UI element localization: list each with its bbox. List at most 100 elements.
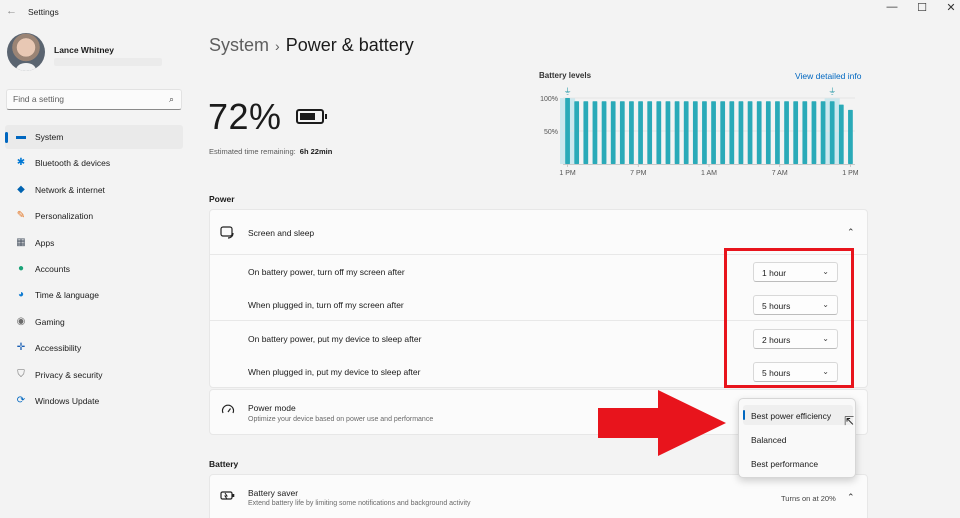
sidebar-item-personalization[interactable]: ✎ Personalization [5,204,183,228]
battery-saver-card[interactable] [209,474,868,518]
battery-level-bar[interactable] [848,109,853,164]
sidebar-nav: ▬ System ✱ Bluetooth & devices ◆ Network & in… [5,125,183,415]
search-box[interactable]: ⌕ [6,89,182,110]
search-input[interactable] [13,94,163,104]
battery-level-bar[interactable] [656,101,662,164]
search-icon[interactable]: ⌕ [169,94,174,105]
battery-level-bar[interactable] [747,101,753,164]
battery-level-bar[interactable] [838,104,844,164]
battery-level-bar[interactable] [720,101,726,164]
sidebar-item-label: Apps [35,237,55,248]
update-icon: ⟳ [16,394,26,406]
battery-level-bar[interactable] [692,101,698,164]
battery-level-bar[interactable] [565,98,570,164]
sidebar-item-accounts[interactable]: ● Accounts [5,257,183,281]
sidebar-item-accessibility[interactable]: ✛ Accessibility [5,336,183,360]
battery-levels-chart: ⏚ ⏚ 100% 50% 1 PM 7 PM 1 AM 7 AM 1 PM [540,87,859,177]
sidebar-item-label: Personalization [35,211,94,222]
breadcrumb-separator: › [275,38,280,54]
window-title: Settings [28,7,59,17]
sidebar-item-label: Privacy & security [35,369,103,380]
sidebar-item-gaming[interactable]: ◉ Gaming [5,310,183,334]
sleep-row-label: When plugged in, turn off my screen afte… [248,300,404,310]
estimated-time-value: 6h 22min [299,147,333,156]
avatar[interactable] [7,33,45,71]
battery-saver-icon [220,491,235,500]
battery-level-bar[interactable] [665,101,671,164]
maximize-button[interactable]: ☐ [914,1,930,14]
sidebar-item-windows-update[interactable]: ⟳ Windows Update [5,389,183,413]
sidebar-item-apps[interactable]: ▦ Apps [5,231,183,255]
menu-item-label: Balanced [751,435,787,445]
mouse-cursor-icon: ⇱ [844,414,855,428]
y-tick-label: 100% [540,96,558,103]
battery-level-bar[interactable] [610,101,616,164]
brush-icon: ✎ [16,210,26,222]
battery-level-bar[interactable] [574,101,580,164]
sidebar-item-label: Accessibility [35,343,82,354]
battery-level-bar[interactable] [784,101,789,164]
sidebar-item-privacy-security[interactable]: ⛉ Privacy & security [5,363,183,387]
battery-level-bar[interactable] [592,101,598,164]
sleep-row-label: On battery power, turn off my screen aft… [248,267,405,277]
battery-level-bar[interactable] [702,101,707,164]
battery-level-bar[interactable] [829,101,835,164]
power-section-header: Power [209,194,235,204]
minimize-button[interactable]: — [884,1,900,13]
power-mode-option-best-power-efficiency[interactable]: Best power efficiency [743,405,853,425]
battery-level-bar[interactable] [756,101,762,164]
battery-level-bar[interactable] [811,101,817,164]
sidebar-item-time-language[interactable]: ◕ Time & language [5,283,183,307]
battery-level-bar[interactable] [765,101,771,164]
sidebar-item-label: System [35,132,64,142]
breadcrumb-parent[interactable]: System [209,35,269,55]
battery-level-bar[interactable] [638,101,643,164]
sidebar-item-label: Accounts [35,263,70,274]
battery-percent: 72% [208,96,282,137]
view-detailed-info-link[interactable]: View detailed info [795,71,861,81]
sidebar-item-label: Bluetooth & devices [35,158,111,169]
account-name: Lance Whitney [54,45,114,55]
breadcrumb: System › Power & battery [209,35,414,56]
battery-level-bar[interactable] [711,101,716,164]
battery-level-bar[interactable] [619,101,625,164]
power-mode-option-balanced[interactable]: Balanced [743,429,853,449]
battery-saver-label: Battery saver [248,488,299,498]
sidebar-item-label: Time & language [35,290,99,301]
sidebar-item-label: Gaming [35,316,65,327]
sleep-row-label: When plugged in, put my device to sleep … [248,367,421,377]
sidebar-item-label: Windows Update [35,395,100,406]
battery-level-bar[interactable] [583,101,589,164]
battery-level-bar[interactable] [802,101,808,164]
x-tick-label: 7 PM [630,170,647,177]
close-button[interactable]: ✕ [943,1,959,14]
battery-level-bar[interactable] [647,101,653,164]
page-title: Power & battery [285,35,414,55]
back-arrow-icon[interactable]: ← [6,5,17,17]
sidebar-item-system[interactable]: ▬ System [5,125,183,150]
sidebar-item-bluetooth-devices[interactable]: ✱ Bluetooth & devices [5,151,183,175]
battery-level-bar[interactable] [674,101,680,164]
battery-level-bar[interactable] [793,101,799,164]
battery-level-bar[interactable] [683,101,689,164]
sleep-row-label: On battery power, put my device to sleep… [248,334,422,344]
battery-level-bar[interactable] [729,101,735,164]
chevron-up-icon[interactable]: ⌃ [847,492,855,503]
power-mode-option-best-performance[interactable]: Best performance [743,453,853,473]
power-mode-menu: Best power efficiency Balanced Best perfor… [738,398,856,478]
battery-level-bar[interactable] [820,101,826,164]
battery-level-bar[interactable] [775,101,780,164]
sidebar-item-network-internet[interactable]: ◆ Network & internet [5,178,183,202]
battery-level-bar[interactable] [738,101,744,164]
battery-level-bar[interactable] [629,101,634,164]
menu-item-label: Best power efficiency [751,411,832,421]
chevron-up-icon[interactable]: ⌃ [847,227,855,238]
screen-sleep-label[interactable]: Screen and sleep [248,228,314,238]
account-email-redacted [54,58,162,66]
battery-saver-status: Turns on at 20% [781,494,836,503]
apps-icon: ▦ [16,236,26,248]
x-tick-label: 1 AM [701,170,717,177]
power-mode-label: Power mode [248,403,296,413]
battery-level-bar[interactable] [601,101,607,164]
speedometer-icon [221,404,235,414]
